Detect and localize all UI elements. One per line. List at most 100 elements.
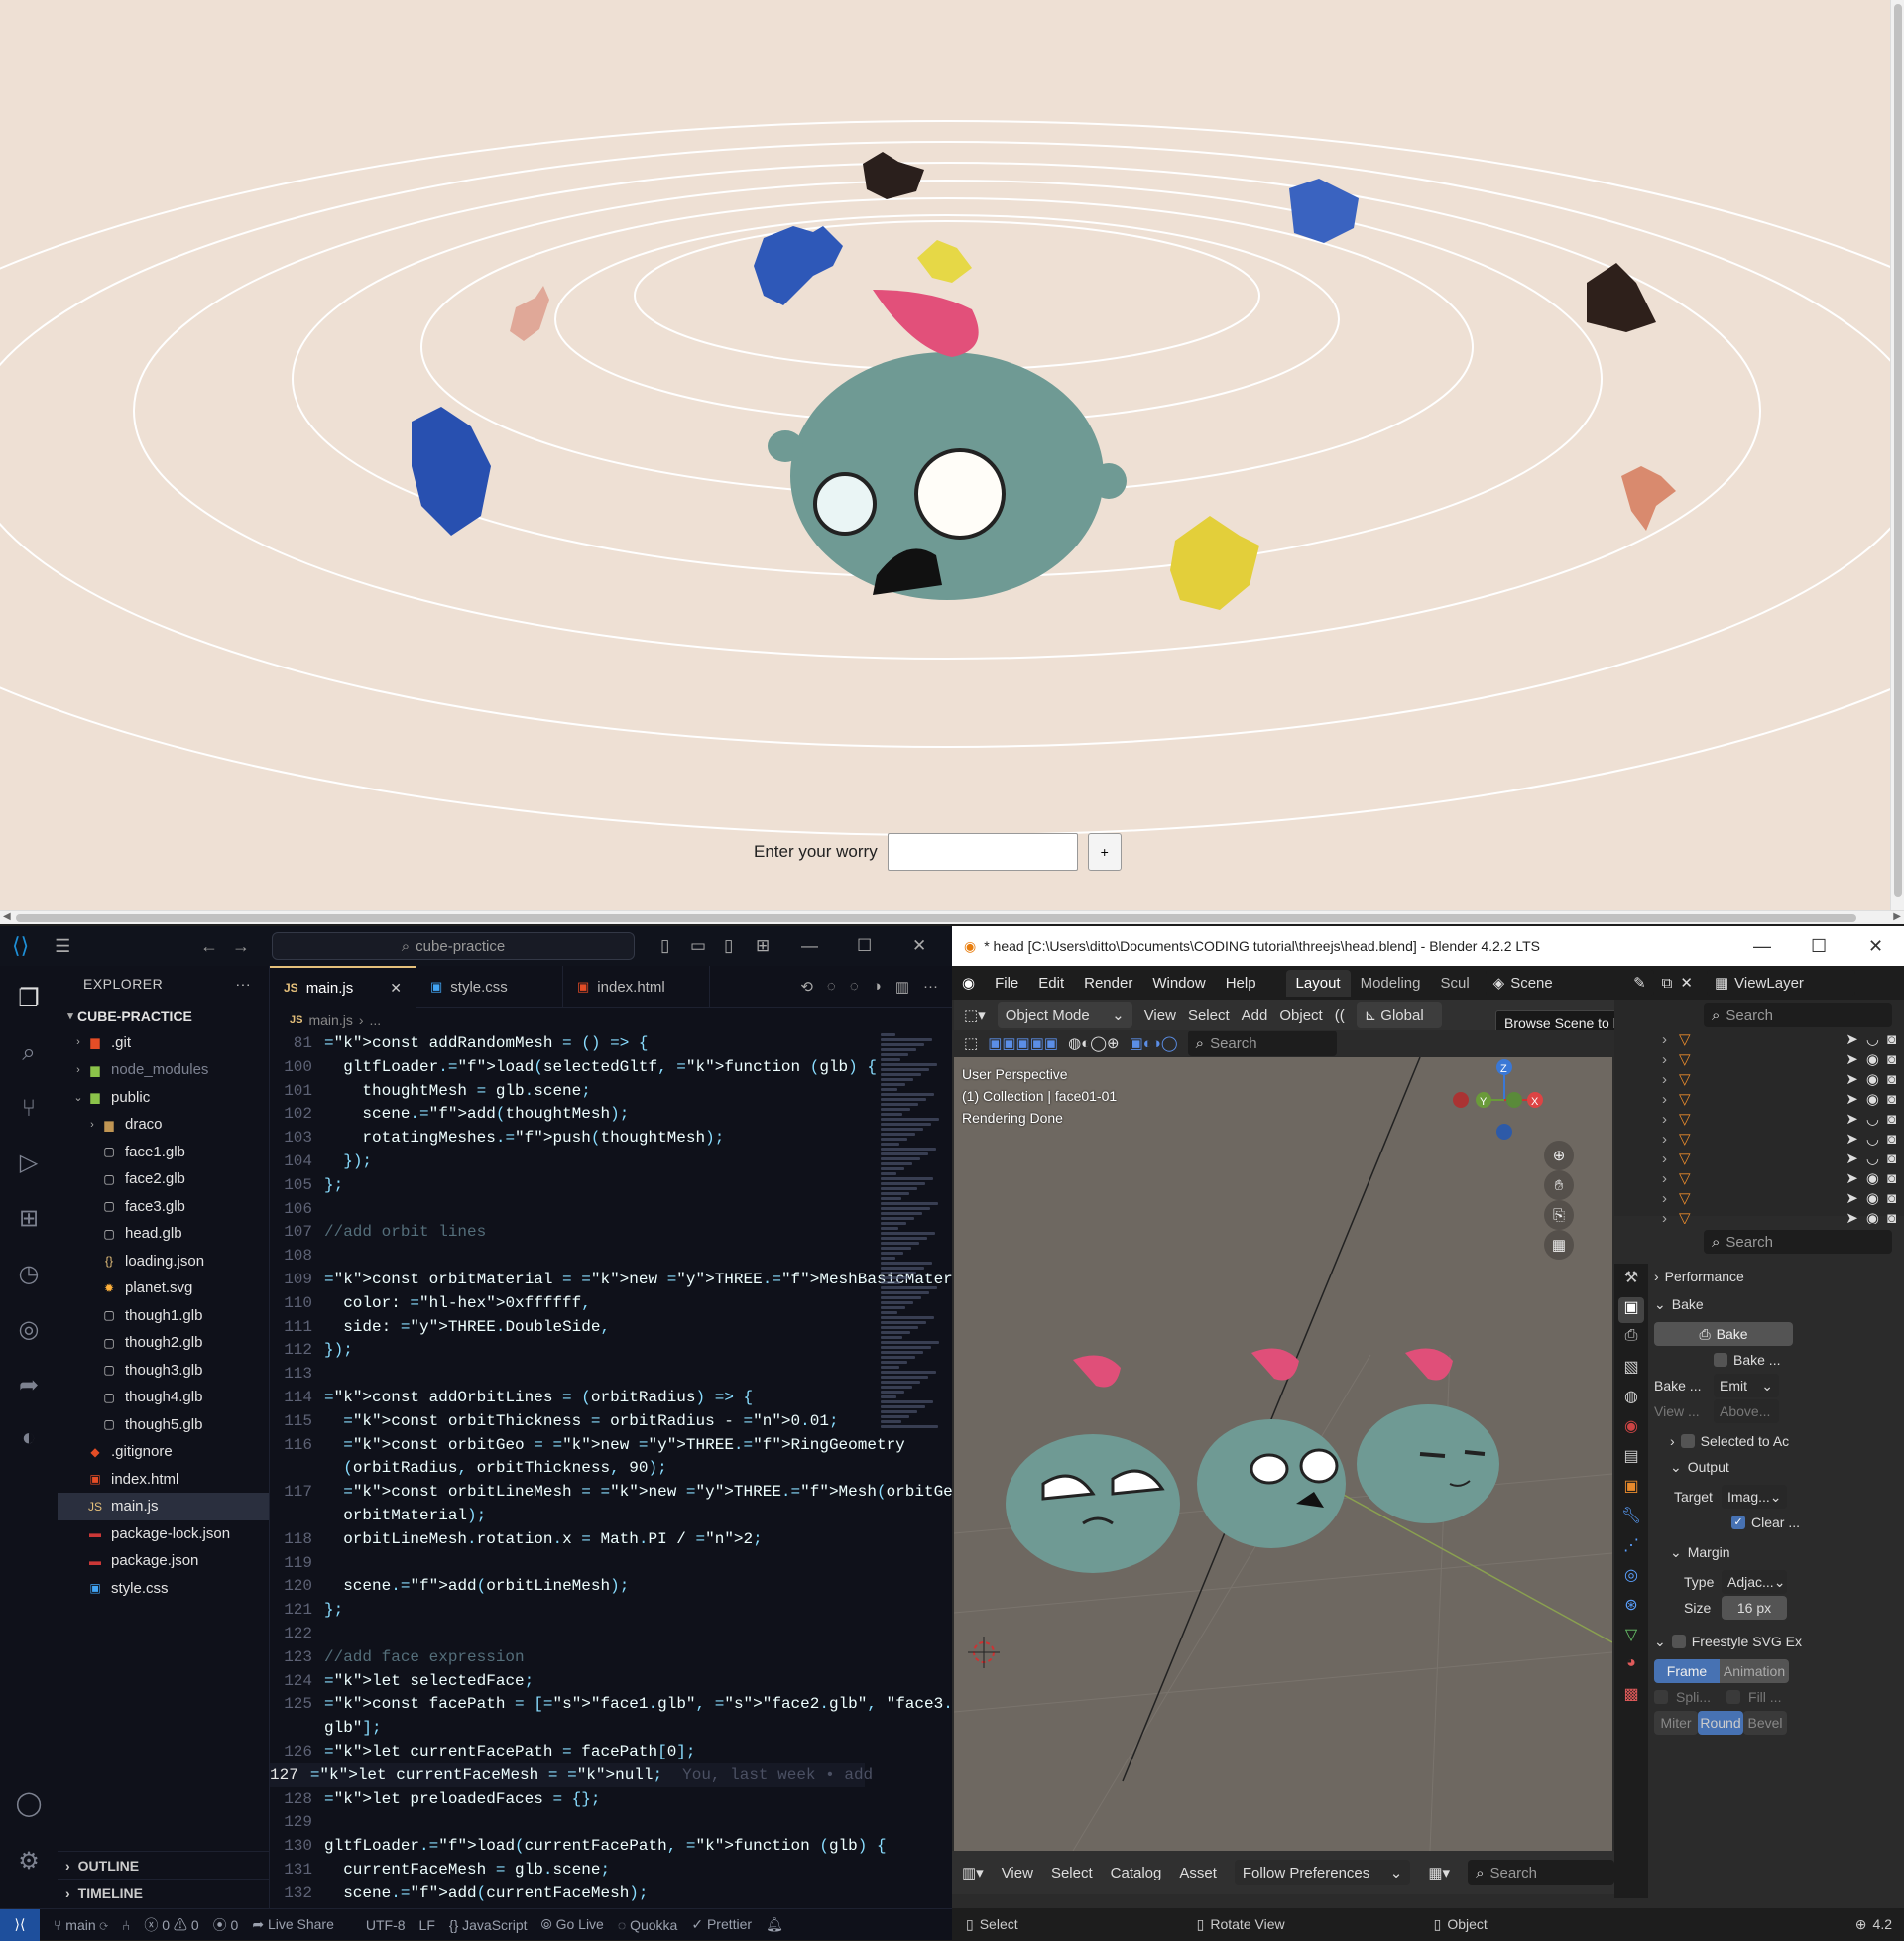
outliner-item[interactable]: › ▽ ➤ ◡ ◙: [1614, 1149, 1904, 1168]
eye-closed-icon[interactable]: ◡: [1866, 1130, 1879, 1148]
round-toggle[interactable]: Round: [1698, 1711, 1743, 1735]
tree-file[interactable]: ▢ face2.glb: [58, 1165, 269, 1193]
code-line[interactable]: 125 ="k">const facePath = [="s">"face1.gl…: [270, 1692, 953, 1716]
selectable-icon[interactable]: ➤: [1845, 1169, 1858, 1187]
3d-viewport[interactable]: User Perspective (1) Collection | face01…: [954, 1057, 1612, 1851]
camera-render-icon[interactable]: ◙: [1887, 1071, 1896, 1088]
git-graph-status-icon[interactable]: ⑃: [122, 1917, 130, 1933]
selectable-icon[interactable]: ➤: [1845, 1189, 1858, 1207]
code-line[interactable]: 120 scene.="f">add(orbitLineMesh);: [270, 1574, 629, 1598]
scroll-left-icon[interactable]: ◀: [3, 911, 11, 922]
eye-icon[interactable]: ◉: [1866, 1189, 1879, 1207]
workspace-layout[interactable]: Layout: [1285, 969, 1351, 997]
settings-gear-icon[interactable]: ⚙: [14, 1847, 44, 1877]
blender-menu-icon[interactable]: ◉: [952, 974, 985, 992]
go-back-icon[interactable]: ◌: [827, 978, 836, 995]
tab-style-css[interactable]: ▣ style.css: [416, 966, 563, 1008]
go-forward-icon[interactable]: ◌: [850, 978, 859, 995]
code-line[interactable]: 122: [270, 1622, 324, 1645]
tree-file[interactable]: ▣ style.css: [58, 1575, 269, 1603]
problems-status[interactable]: ⓧ 0 ⚠ 0: [144, 1915, 198, 1935]
code-line[interactable]: 102 scene.="f">add(thoughtMesh);: [270, 1102, 629, 1126]
chevron-right-icon[interactable]: ›: [1662, 1071, 1667, 1088]
customize-layout-icon[interactable]: ⊞: [756, 936, 770, 956]
code-line[interactable]: 103 rotatingMeshes.="f">push(thoughtMesh…: [270, 1126, 724, 1150]
go-live-status[interactable]: ⦾ Go Live: [541, 1916, 604, 1933]
camera-render-icon[interactable]: ◙: [1887, 1131, 1896, 1148]
prettier-status[interactable]: ✓ Prettier: [691, 1916, 752, 1933]
selected-to-active-panel[interactable]: › Selected to Ac: [1654, 1428, 1902, 1454]
asset-search[interactable]: ⌕ Search: [1468, 1860, 1614, 1885]
viewport-search[interactable]: ⌕ Search: [1187, 1031, 1337, 1056]
menu-render[interactable]: Render: [1074, 975, 1142, 992]
worry-input[interactable]: [887, 833, 1078, 871]
output-tab-icon[interactable]: ⎙: [1618, 1327, 1644, 1353]
code-line[interactable]: 132 scene.="f">add(currentFaceMesh);: [270, 1881, 648, 1905]
menu-catalog[interactable]: Catalog: [1111, 1865, 1162, 1881]
camera-render-icon[interactable]: ◙: [1887, 1151, 1896, 1167]
scroll-right-icon[interactable]: ▶: [1893, 911, 1901, 922]
camera-render-icon[interactable]: ◙: [1887, 1031, 1896, 1048]
eye-icon[interactable]: ◉: [1866, 1169, 1879, 1187]
output-panel[interactable]: ⌄ Output: [1654, 1454, 1902, 1480]
extensions-icon[interactable]: ⊞: [14, 1204, 44, 1234]
bake-button[interactable]: ⎙ Bake: [1654, 1322, 1793, 1346]
camera-render-icon[interactable]: ◙: [1887, 1091, 1896, 1108]
tree-file[interactable]: ▬ package-lock.json: [58, 1520, 269, 1548]
library-selector[interactable]: Follow Preferences ⌄: [1234, 1860, 1411, 1885]
editor-type-icon[interactable]: ⬚▾: [964, 1006, 986, 1024]
bake-panel[interactable]: ⌄ Bake: [1654, 1291, 1902, 1317]
eye-icon[interactable]: ◉: [1866, 1090, 1879, 1108]
margin-size-field[interactable]: 16 px: [1722, 1596, 1787, 1620]
remote-indicator-icon[interactable]: ⟩⟨: [0, 1908, 40, 1941]
properties-search[interactable]: ⌕ Search: [1704, 1230, 1892, 1254]
chevron-right-icon[interactable]: ›: [1662, 1051, 1667, 1068]
hamburger-menu-icon[interactable]: ☰: [55, 936, 70, 957]
delete-scene-icon[interactable]: ✕: [1680, 974, 1693, 992]
bevel-toggle[interactable]: Bevel: [1743, 1711, 1787, 1735]
toggle-panel-icon[interactable]: ▭: [690, 936, 706, 956]
collection-tab-icon[interactable]: ▤: [1618, 1446, 1644, 1472]
texture-tab-icon[interactable]: ▩: [1618, 1684, 1644, 1710]
selectable-icon[interactable]: ➤: [1845, 1150, 1858, 1167]
tree-folder[interactable]: › ▆ draco: [58, 1111, 269, 1139]
tree-folder[interactable]: › ▆ node_modules: [58, 1056, 269, 1084]
fill-checkbox[interactable]: [1726, 1690, 1741, 1704]
tree-file[interactable]: JS main.js: [58, 1493, 269, 1520]
code-line[interactable]: 119: [270, 1551, 324, 1575]
chevron-right-icon[interactable]: ›: [1662, 1131, 1667, 1148]
eye-icon[interactable]: ◉: [1866, 1050, 1879, 1068]
selectable-icon[interactable]: ➤: [1845, 1070, 1858, 1088]
breadcrumb-file[interactable]: main.js: [308, 1012, 352, 1028]
freestyle-checkbox[interactable]: [1671, 1635, 1686, 1648]
performance-panel[interactable]: › Performance: [1654, 1264, 1902, 1289]
outliner-item[interactable]: › ▽ ➤ ◉ ◙: [1614, 1168, 1904, 1188]
pin-icon[interactable]: ✎: [1633, 974, 1646, 992]
outliner-search[interactable]: ⌕ Search: [1704, 1003, 1892, 1027]
run-debug-icon[interactable]: ▷: [14, 1149, 44, 1178]
more-actions-icon[interactable]: ···: [923, 978, 938, 995]
eye-closed-icon[interactable]: ◡: [1866, 1031, 1879, 1048]
menu-file[interactable]: File: [985, 975, 1028, 992]
code-line[interactable]: 131 currentFaceMesh = glb.scene;: [270, 1858, 610, 1881]
selectable-icon[interactable]: ➤: [1845, 1050, 1858, 1068]
project-root[interactable]: ▾ CUBE-PRACTICE: [58, 1002, 269, 1030]
clear-row[interactable]: ✓ Clear ...: [1654, 1510, 1902, 1535]
bake-type-dropdown[interactable]: Emit ⌄: [1714, 1374, 1779, 1397]
vertical-scrollbar[interactable]: [1890, 0, 1904, 910]
code-editor[interactable]: 81 ="k">const addRandomMesh = () => {100 …: [270, 1031, 1001, 1908]
account-icon[interactable]: ◯: [14, 1789, 44, 1819]
branch-status[interactable]: ⑂ main ⟳: [54, 1917, 108, 1933]
code-line[interactable]: 117 ="k">const orbitLineMesh = ="k">new …: [270, 1480, 972, 1504]
remote-explorer-icon[interactable]: ◎: [14, 1315, 44, 1345]
chevron-right-icon[interactable]: ›: [1662, 1091, 1667, 1108]
menu-edit[interactable]: Edit: [1028, 975, 1074, 992]
search-icon[interactable]: ⌕: [14, 1039, 44, 1069]
code-line[interactable]: 121};: [270, 1598, 343, 1622]
explorer-icon[interactable]: ❐: [14, 984, 44, 1014]
data-tab-icon[interactable]: ▽: [1618, 1625, 1644, 1650]
code-line[interactable]: 123 //add face expression: [270, 1645, 524, 1669]
minimize-icon[interactable]: —: [1753, 936, 1771, 957]
code-line[interactable]: 105};: [270, 1173, 343, 1197]
source-control-icon[interactable]: ⑂: [14, 1095, 44, 1125]
